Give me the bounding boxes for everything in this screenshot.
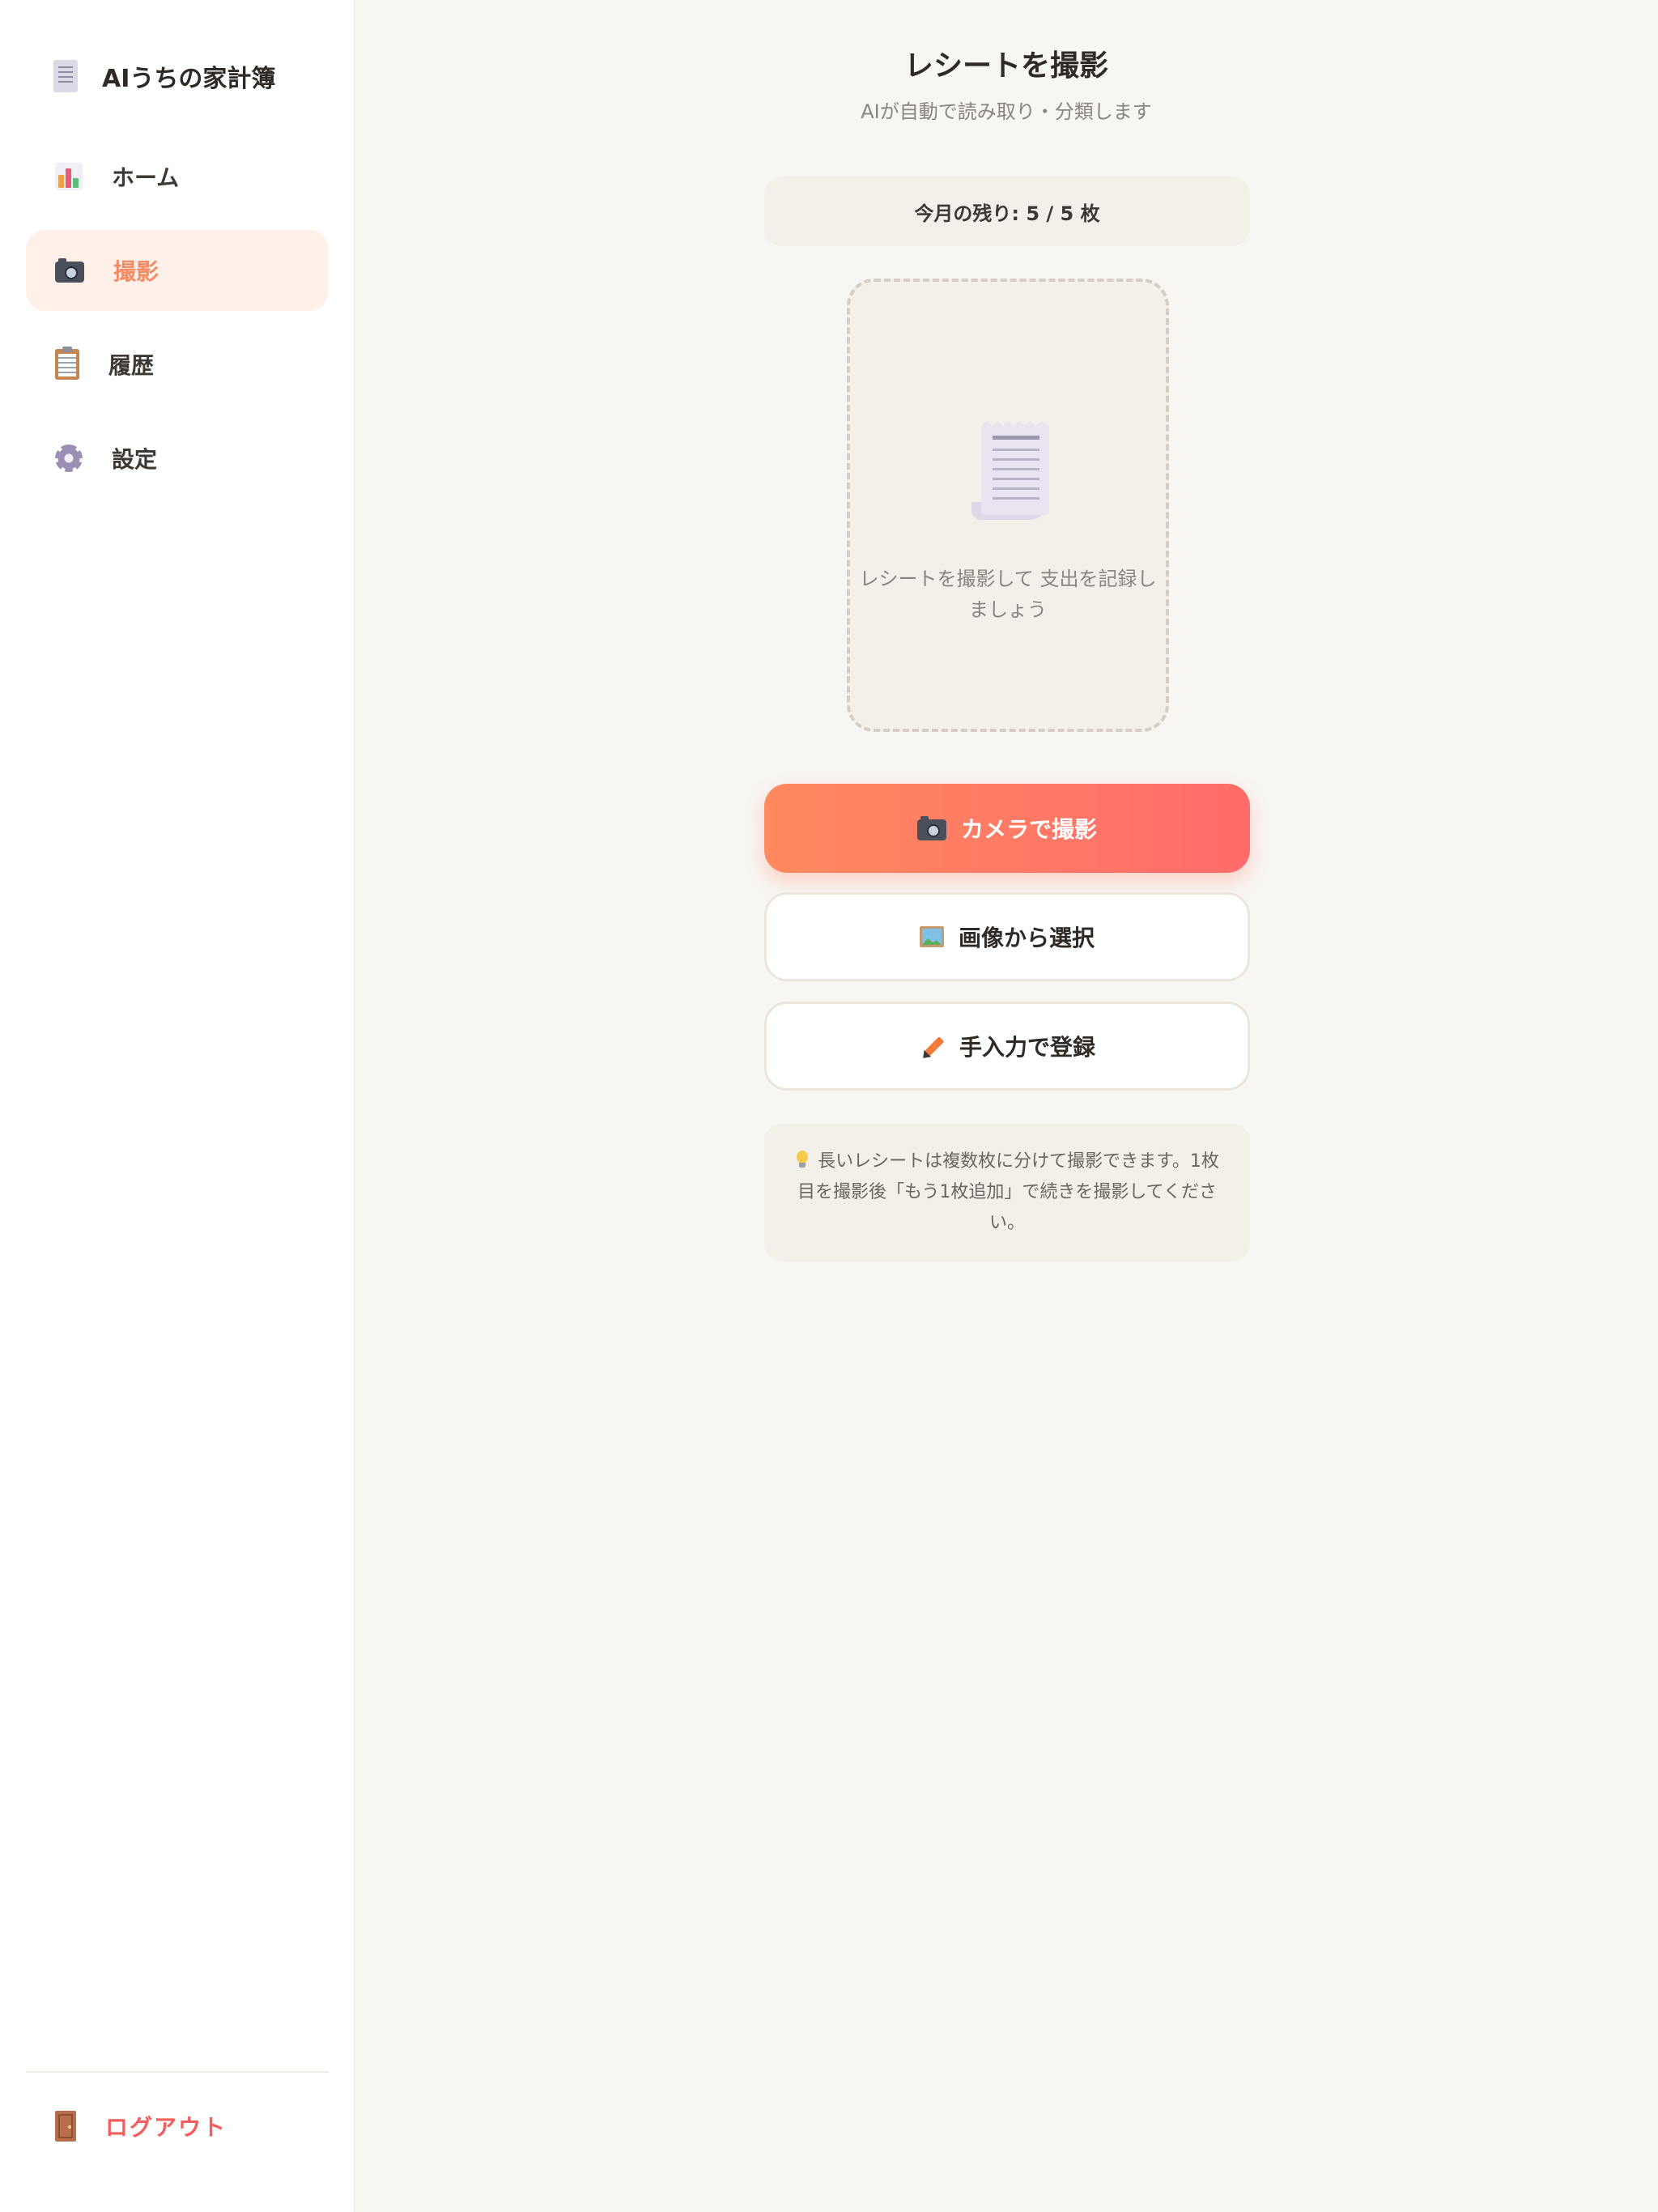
- select-image-label: 画像から選択: [958, 925, 1095, 951]
- camera-icon: [916, 816, 946, 840]
- camera-capture-label: カメラで撮影: [960, 816, 1097, 843]
- lightbulb-icon: [795, 1151, 810, 1170]
- door-icon: [55, 2111, 76, 2142]
- gear-icon: [55, 445, 83, 472]
- tip-box: 長いレシートは複数枚に分けて撮影できます。1枚目を撮影後「もう1枚追加」で続きを…: [764, 1124, 1250, 1261]
- sidebar-item-label: 履歴: [108, 352, 155, 379]
- sidebar: AIうちの家計簿 ホーム 撮影 履歴 設定 ログアウト: [0, 0, 355, 2212]
- page-subtitle: AIが自動で読み取り・分類します: [861, 100, 1152, 123]
- quota-badge: 今月の残り: 5 / 5 枚: [764, 177, 1250, 246]
- receipt-icon: [53, 60, 78, 92]
- drop-zone-text: レシートを撮影して 支出を記録しましょう: [859, 568, 1157, 621]
- sidebar-item-label: 設定: [112, 446, 158, 473]
- manual-entry-button[interactable]: 手入力で登録: [764, 1002, 1250, 1091]
- sidebar-item-home[interactable]: ホーム: [26, 136, 329, 217]
- select-image-button[interactable]: 画像から選択: [764, 892, 1250, 981]
- sidebar-nav: ホーム 撮影 履歴 設定: [26, 136, 329, 512]
- camera-capture-button[interactable]: カメラで撮影: [764, 784, 1250, 873]
- clipboard-icon: [55, 347, 79, 380]
- camera-icon: [55, 258, 84, 283]
- receipt-drop-zone[interactable]: レシートを撮影して 支出を記録しましょう: [847, 279, 1169, 732]
- chart-icon: [55, 163, 83, 190]
- pencil-icon: [919, 1033, 945, 1059]
- sidebar-item-label: 撮影: [113, 258, 159, 285]
- sidebar-divider: [26, 2071, 329, 2073]
- image-icon: [919, 926, 944, 947]
- page-title: レシートを撮影: [903, 49, 1108, 83]
- brand: AIうちの家計簿: [53, 58, 275, 94]
- sidebar-item-settings[interactable]: 設定: [26, 418, 329, 499]
- app-title: AIうちの家計簿: [102, 65, 276, 93]
- logout-label: ログアウト: [105, 2114, 227, 2141]
- main-content: レシートを撮影 AIが自動で読み取り・分類します 今月の残り: 5 / 5 枚 …: [355, 0, 1658, 2212]
- logout-button[interactable]: ログアウト: [55, 2110, 227, 2142]
- manual-entry-label: 手入力で登録: [959, 1034, 1095, 1061]
- sidebar-item-history[interactable]: 履歴: [26, 324, 329, 405]
- sidebar-item-capture[interactable]: 撮影: [26, 230, 329, 311]
- sidebar-item-label: ホーム: [112, 164, 180, 191]
- tip-text: 長いレシートは複数枚に分けて撮影できます。1枚目を撮影後「もう1枚追加」で続きを…: [797, 1151, 1219, 1233]
- receipt-icon: [971, 421, 1049, 520]
